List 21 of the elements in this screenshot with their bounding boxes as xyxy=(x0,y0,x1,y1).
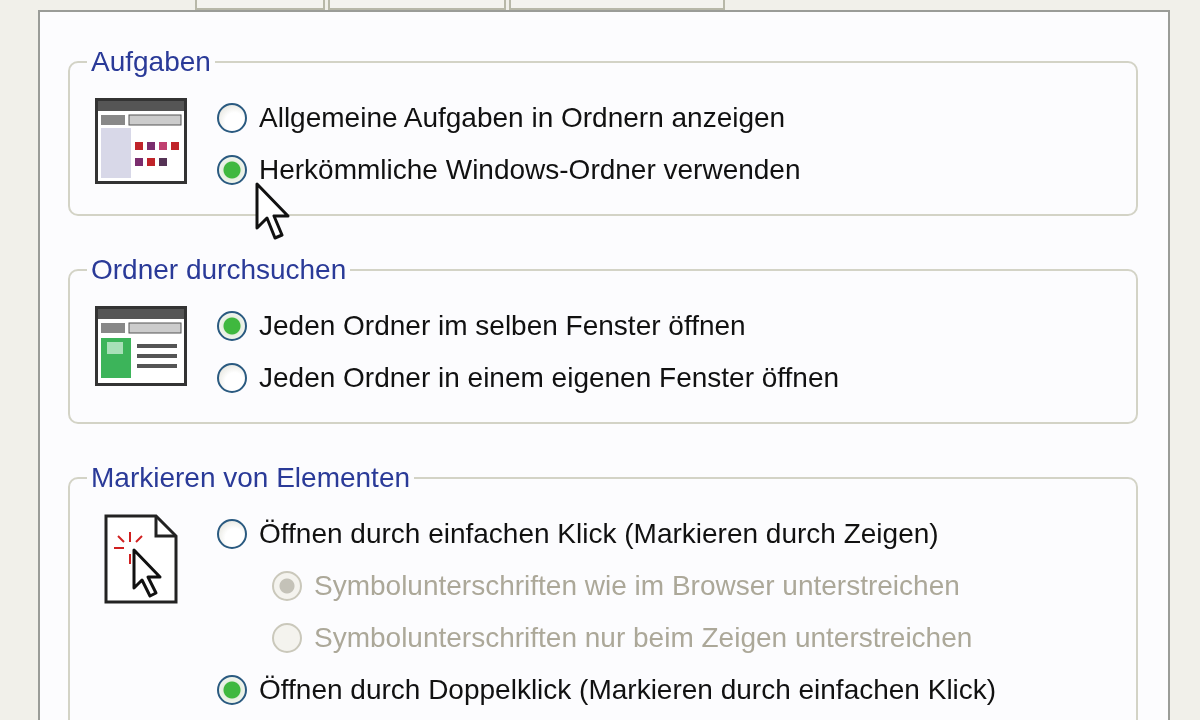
option-label: Jeden Ordner in einem eigenen Fenster öffnen xyxy=(259,362,840,394)
radio-button[interactable] xyxy=(217,311,247,341)
option-label: Symbolunterschriften wie im Browser unterstreichen xyxy=(314,570,960,602)
window-icon xyxy=(95,306,187,386)
radio-button[interactable] xyxy=(217,155,247,185)
option-label: Symbolunterschriften nur beim Zeigen unterstreichen xyxy=(314,622,973,654)
radio-button[interactable] xyxy=(217,363,247,393)
radio-button[interactable] xyxy=(217,675,247,705)
mouse-pointer-icon xyxy=(255,182,291,240)
group-title: Ordner durchsuchen xyxy=(90,254,348,286)
option-label: Öffnen durch Doppelklick (Markieren durch einfachen Klick) xyxy=(259,674,997,706)
radio-button[interactable] xyxy=(217,519,247,549)
group-title: Aufgaben xyxy=(90,46,212,78)
option-label: Herkömmliche Windows-Ordner verwenden xyxy=(259,154,801,186)
window-icon xyxy=(95,98,187,184)
document-pointer-icon xyxy=(104,514,178,604)
group-title: Markieren von Elementen xyxy=(90,462,412,494)
option-label: Allgemeine Aufgaben in Ordnern anzeigen xyxy=(259,102,786,134)
option-label: Öffnen durch einfachen Klick (Markieren durch Zeigen) xyxy=(259,518,939,550)
radio-button[interactable] xyxy=(217,103,247,133)
option-label: Jeden Ordner im selben Fenster öffnen xyxy=(259,310,746,342)
